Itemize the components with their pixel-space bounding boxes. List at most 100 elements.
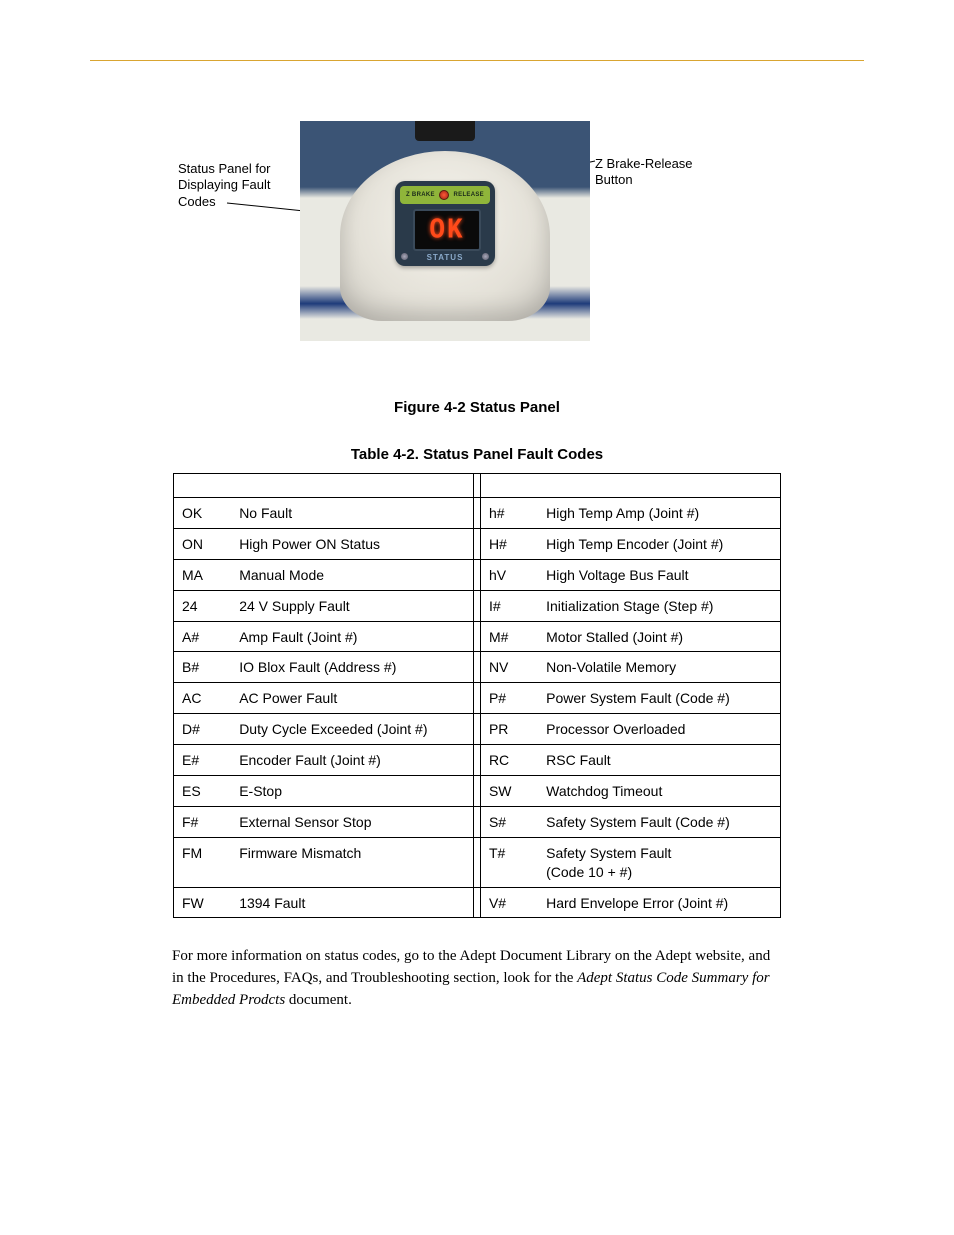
code-cell: SW bbox=[480, 776, 538, 807]
status-plate: Z BRAKE RELEASE OK STATUS bbox=[395, 181, 495, 266]
desc-cell: Motor Stalled (Joint #) bbox=[538, 621, 780, 652]
desc-cell: Non-Volatile Memory bbox=[538, 652, 780, 683]
table-gap bbox=[474, 559, 481, 590]
desc-cell: Safety System Fault(Code 10 + #) bbox=[538, 837, 780, 887]
table-row: A#Amp Fault (Joint #)M#Motor Stalled (Jo… bbox=[174, 621, 781, 652]
desc-cell: External Sensor Stop bbox=[231, 806, 473, 837]
table-header-row bbox=[174, 474, 781, 498]
code-cell: E# bbox=[174, 745, 232, 776]
table-header bbox=[231, 474, 473, 498]
desc-cell: RSC Fault bbox=[538, 745, 780, 776]
desc-cell: 1394 Fault bbox=[231, 887, 473, 918]
table-gap bbox=[474, 745, 481, 776]
desc-cell: Duty Cycle Exceeded (Joint #) bbox=[231, 714, 473, 745]
code-cell: D# bbox=[174, 714, 232, 745]
table-gap bbox=[474, 776, 481, 807]
desc-cell: Manual Mode bbox=[231, 559, 473, 590]
table-gap bbox=[474, 683, 481, 714]
desc-cell: High Voltage Bus Fault bbox=[538, 559, 780, 590]
lcd-readout: OK bbox=[429, 214, 464, 247]
brake-release-button-icon bbox=[439, 190, 449, 200]
table-row: ONHigh Power ON StatusH#High Temp Encode… bbox=[174, 528, 781, 559]
table-gap bbox=[474, 621, 481, 652]
desc-cell: Amp Fault (Joint #) bbox=[231, 621, 473, 652]
top-rule bbox=[90, 60, 864, 61]
code-cell: A# bbox=[174, 621, 232, 652]
table-row: 2424 V Supply FaultI#Initialization Stag… bbox=[174, 590, 781, 621]
callout-status-panel: Status Panel for Displaying Fault Codes bbox=[178, 161, 293, 210]
table-row: MAManual ModehVHigh Voltage Bus Fault bbox=[174, 559, 781, 590]
figure-caption: Figure 4-2 Status Panel bbox=[0, 399, 954, 416]
code-cell: F# bbox=[174, 806, 232, 837]
table-gap bbox=[474, 498, 481, 529]
callout-text: Z Brake-Release bbox=[595, 156, 693, 171]
code-cell: M# bbox=[480, 621, 538, 652]
desc-cell: Encoder Fault (Joint #) bbox=[231, 745, 473, 776]
code-cell: V# bbox=[480, 887, 538, 918]
footnote-paragraph: For more information on status codes, go… bbox=[172, 946, 782, 1011]
table-gap bbox=[474, 474, 481, 498]
callout-text: Displaying Fault bbox=[178, 177, 271, 192]
code-cell: OK bbox=[174, 498, 232, 529]
table-row: ACAC Power FaultP#Power System Fault (Co… bbox=[174, 683, 781, 714]
code-cell: T# bbox=[480, 837, 538, 887]
table-gap bbox=[474, 806, 481, 837]
desc-cell: Firmware Mismatch bbox=[231, 837, 473, 887]
desc-cell: IO Blox Fault (Address #) bbox=[231, 652, 473, 683]
desc-cell: High Temp Encoder (Joint #) bbox=[538, 528, 780, 559]
callout-text: Codes bbox=[178, 194, 216, 209]
table-gap bbox=[474, 714, 481, 745]
status-lcd: OK bbox=[413, 209, 481, 251]
code-cell: MA bbox=[174, 559, 232, 590]
table-row: E#Encoder Fault (Joint #)RCRSC Fault bbox=[174, 745, 781, 776]
screw-icon bbox=[482, 253, 489, 260]
table-header bbox=[480, 474, 538, 498]
table-gap bbox=[474, 837, 481, 887]
table-row: FW1394 FaultV#Hard Envelope Error (Joint… bbox=[174, 887, 781, 918]
fault-codes-table: OKNo Faulth#High Temp Amp (Joint #)ONHig… bbox=[173, 473, 781, 918]
desc-cell: High Power ON Status bbox=[231, 528, 473, 559]
desc-cell: 24 V Supply Fault bbox=[231, 590, 473, 621]
table-gap bbox=[474, 887, 481, 918]
status-word: STATUS bbox=[395, 253, 495, 262]
table-header bbox=[174, 474, 232, 498]
code-cell: ES bbox=[174, 776, 232, 807]
document-page: Status Panel for Displaying Fault Codes … bbox=[0, 0, 954, 1012]
desc-cell: Initialization Stage (Step #) bbox=[538, 590, 780, 621]
code-cell: RC bbox=[480, 745, 538, 776]
desc-cell: Power System Fault (Code #) bbox=[538, 683, 780, 714]
code-cell: FM bbox=[174, 837, 232, 887]
status-panel-photo: Z BRAKE RELEASE OK STATUS bbox=[300, 121, 590, 341]
desc-cell: High Temp Amp (Joint #) bbox=[538, 498, 780, 529]
code-cell: FW bbox=[174, 887, 232, 918]
code-cell: h# bbox=[480, 498, 538, 529]
code-cell: H# bbox=[480, 528, 538, 559]
desc-cell: AC Power Fault bbox=[231, 683, 473, 714]
desc-cell: Watchdog Timeout bbox=[538, 776, 780, 807]
code-cell: 24 bbox=[174, 590, 232, 621]
desc-cell: Processor Overloaded bbox=[538, 714, 780, 745]
table-gap bbox=[474, 652, 481, 683]
code-cell: B# bbox=[174, 652, 232, 683]
table-row: B#IO Blox Fault (Address #)NVNon-Volatil… bbox=[174, 652, 781, 683]
code-cell: hV bbox=[480, 559, 538, 590]
strip-label-right: RELEASE bbox=[454, 192, 484, 198]
desc-cell: Hard Envelope Error (Joint #) bbox=[538, 887, 780, 918]
strip-label-left: Z BRAKE bbox=[406, 192, 435, 198]
table-caption: Table 4-2. Status Panel Fault Codes bbox=[0, 446, 954, 463]
desc-cell: No Fault bbox=[231, 498, 473, 529]
table-row: D#Duty Cycle Exceeded (Joint #)PRProcess… bbox=[174, 714, 781, 745]
table-row: FMFirmware MismatchT#Safety System Fault… bbox=[174, 837, 781, 887]
code-cell: ON bbox=[174, 528, 232, 559]
code-cell: P# bbox=[480, 683, 538, 714]
table-row: ESE-StopSWWatchdog Timeout bbox=[174, 776, 781, 807]
figure-block: Status Panel for Displaying Fault Codes … bbox=[0, 121, 954, 381]
table-gap bbox=[474, 528, 481, 559]
code-cell: AC bbox=[174, 683, 232, 714]
footnote-text: document. bbox=[285, 992, 352, 1008]
code-cell: PR bbox=[480, 714, 538, 745]
table-header bbox=[538, 474, 780, 498]
callout-text: Button bbox=[595, 172, 633, 187]
desc-cell: Safety System Fault (Code #) bbox=[538, 806, 780, 837]
code-cell: S# bbox=[480, 806, 538, 837]
